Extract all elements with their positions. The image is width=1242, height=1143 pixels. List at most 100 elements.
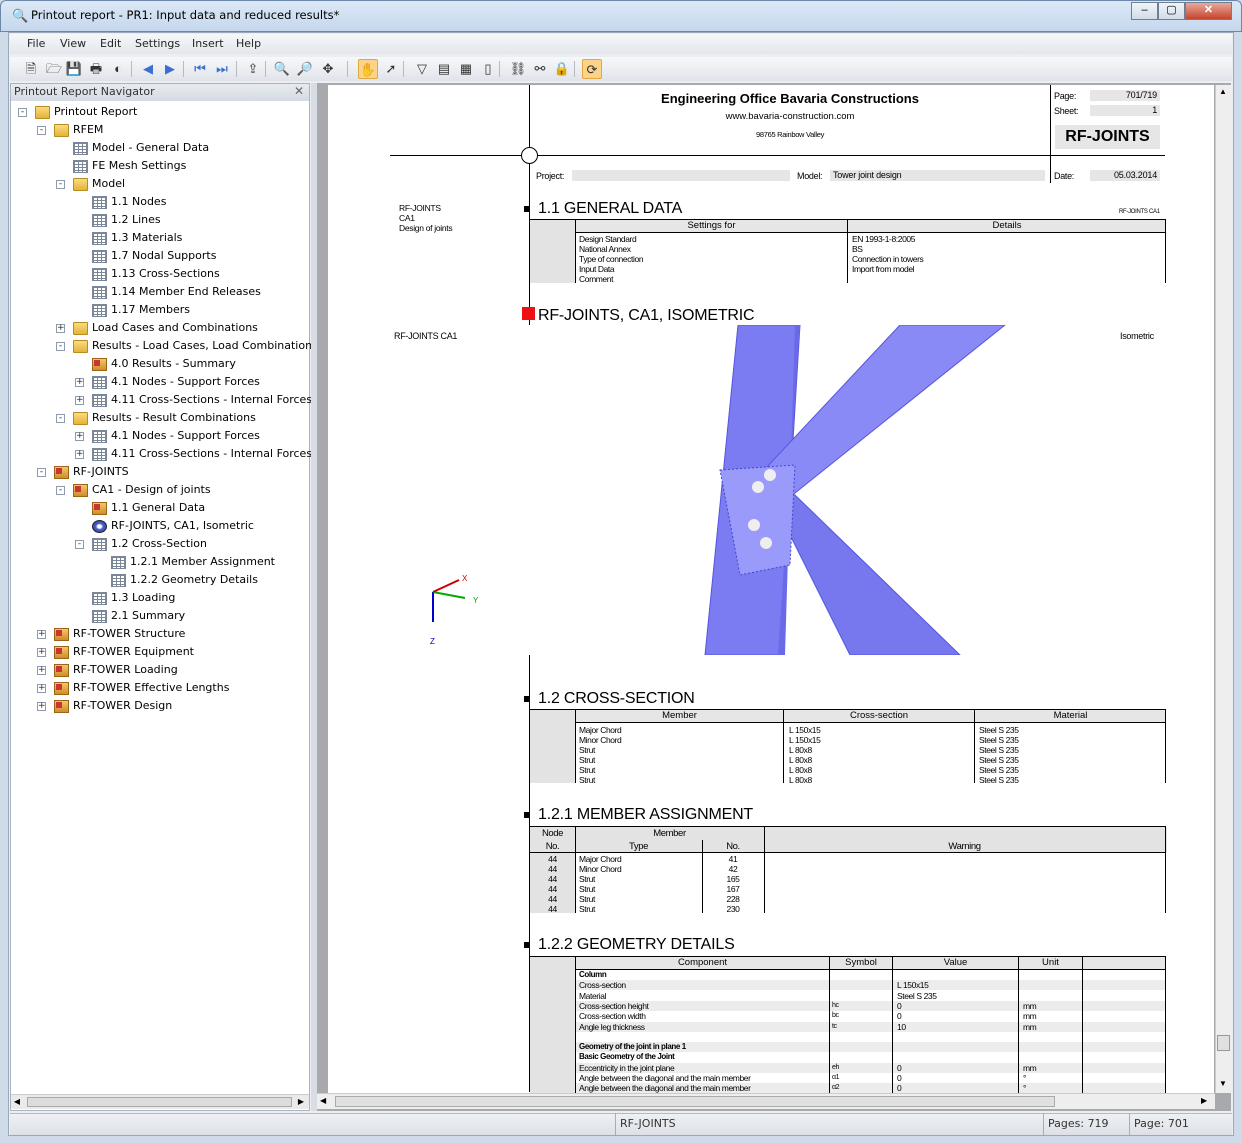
- tree-item[interactable]: 1.3 Loading: [0, 589, 308, 607]
- table-gutter: [530, 710, 575, 783]
- tree-item[interactable]: - Model: [0, 175, 308, 193]
- tree-item[interactable]: +4.1 Nodes - Support Forces: [0, 373, 308, 391]
- menu-edit[interactable]: Edit: [100, 37, 121, 50]
- toolbar-separator: [183, 61, 184, 77]
- collapse-icon[interactable]: -: [18, 108, 27, 117]
- tree-item[interactable]: 1.14 Member End Releases: [0, 283, 308, 301]
- navigator-close-icon[interactable]: ✕: [294, 84, 304, 98]
- collapse-icon[interactable]: -: [56, 342, 65, 351]
- page-header-icon[interactable]: ▤: [434, 59, 454, 79]
- refresh-icon[interactable]: ⟳: [582, 59, 602, 79]
- table-cell: Cross-section height: [579, 1000, 649, 1011]
- expand-icon[interactable]: +: [37, 648, 46, 657]
- new-report-icon[interactable]: 🗎: [21, 59, 41, 79]
- tree-item[interactable]: + RF-TOWER Loading: [0, 661, 308, 679]
- expand-icon[interactable]: +: [75, 432, 84, 441]
- tree-item[interactable]: 1.3 Materials: [0, 229, 308, 247]
- zoom-out-icon[interactable]: 🔎: [295, 59, 315, 79]
- tree-item[interactable]: + RF-TOWER Structure: [0, 625, 308, 643]
- collapse-icon[interactable]: -: [75, 540, 84, 549]
- joint-isometric-graphic[interactable]: [700, 325, 1010, 655]
- collapse-icon[interactable]: -: [37, 468, 46, 477]
- tree-item[interactable]: + RF-TOWER Effective Lengths: [0, 679, 308, 697]
- close-button[interactable]: ✕: [1185, 2, 1232, 20]
- unlink-icon[interactable]: ⚯: [530, 59, 550, 79]
- tree-item[interactable]: + RF-TOWER Design: [0, 697, 308, 715]
- tree-item[interactable]: - Results - Load Cases, Load Combinations: [0, 337, 318, 355]
- expand-icon[interactable]: +: [75, 378, 84, 387]
- menu-help[interactable]: Help: [236, 37, 261, 50]
- collapse-icon[interactable]: -: [56, 486, 65, 495]
- tree-item[interactable]: - CA1 - Design of joints: [0, 481, 308, 499]
- tree-item[interactable]: FE Mesh Settings: [0, 157, 308, 175]
- link-icon[interactable]: ⛓: [508, 59, 528, 79]
- tree-item[interactable]: 1.1 Nodes: [0, 193, 308, 211]
- tree-item[interactable]: 2.1 Summary: [0, 607, 308, 625]
- tree-item-label: RF-TOWER Design: [73, 699, 173, 712]
- expand-icon[interactable]: +: [37, 702, 46, 711]
- tree-item[interactable]: 1.7 Nodal Supports: [0, 247, 308, 265]
- menu-view[interactable]: View: [60, 37, 86, 50]
- maximize-button[interactable]: ▢: [1158, 2, 1185, 20]
- select-pointer-icon[interactable]: ➚: [381, 59, 401, 79]
- save-icon[interactable]: 💾: [64, 59, 84, 79]
- menu-file[interactable]: File: [27, 37, 45, 50]
- tree-item[interactable]: - Printout Report: [0, 103, 308, 121]
- next-page-icon[interactable]: ▶: [160, 59, 180, 79]
- tree-item[interactable]: - RFEM: [0, 121, 308, 139]
- expand-icon[interactable]: +: [37, 666, 46, 675]
- table-cell: National Annex: [579, 244, 631, 254]
- tree-item[interactable]: 1.13 Cross-Sections: [0, 265, 308, 283]
- tree-item[interactable]: +4.11 Cross-Sections - Internal Forces: [0, 391, 312, 409]
- blank-page-icon[interactable]: ▯: [478, 59, 498, 79]
- collapse-icon[interactable]: -: [56, 180, 65, 189]
- tree-item-label: 4.1 Nodes - Support Forces: [111, 375, 260, 388]
- tree-item[interactable]: + RF-TOWER Equipment: [0, 643, 308, 661]
- navigator-horizontal-scrollbar[interactable]: ◀ ▶: [11, 1094, 309, 1109]
- expand-icon[interactable]: +: [75, 396, 84, 405]
- tree-item[interactable]: 1.2 Lines: [0, 211, 308, 229]
- table-cell: L 80x8: [789, 765, 812, 775]
- collapse-icon[interactable]: -: [37, 126, 46, 135]
- lock-icon[interactable]: 🔒: [552, 59, 572, 79]
- first-page-icon[interactable]: ⏮: [190, 59, 210, 79]
- tree-item[interactable]: 4.0 Results - Summary: [0, 355, 308, 373]
- minimize-button[interactable]: –: [1131, 2, 1158, 20]
- color-icon[interactable]: ◐: [108, 59, 128, 79]
- tree-item[interactable]: +4.1 Nodes - Support Forces: [0, 427, 308, 445]
- tree-item[interactable]: Model - General Data: [0, 139, 308, 157]
- zoom-options-icon[interactable]: ✥: [318, 59, 338, 79]
- tree-item[interactable]: 1.1 General Data: [0, 499, 308, 517]
- zoom-in-icon[interactable]: 🔍: [272, 59, 292, 79]
- expand-icon[interactable]: +: [37, 630, 46, 639]
- tree-item[interactable]: 1.2.1 Member Assignment: [0, 553, 308, 571]
- collapse-icon[interactable]: -: [56, 414, 65, 423]
- tree-item[interactable]: - RF-JOINTS: [0, 463, 308, 481]
- pan-hand-icon[interactable]: ✋: [358, 59, 378, 79]
- last-page-icon[interactable]: ⏭: [212, 59, 232, 79]
- menu-settings[interactable]: Settings: [135, 37, 180, 50]
- tree-item[interactable]: RF-JOINTS, CA1, Isometric: [0, 517, 308, 535]
- menu-insert[interactable]: Insert: [192, 37, 224, 50]
- expand-icon[interactable]: +: [56, 324, 65, 333]
- toolbar-separator: [574, 61, 575, 77]
- export-icon[interactable]: ⇪: [243, 59, 263, 79]
- model-value: Tower joint design: [830, 170, 1045, 181]
- tree-item[interactable]: - 1.2 Cross-Section: [0, 535, 308, 553]
- tree-item[interactable]: 1.17 Members: [0, 301, 308, 319]
- expand-icon[interactable]: +: [75, 450, 84, 459]
- column-header: Details: [847, 220, 1166, 233]
- table-cell: mm: [1023, 1000, 1037, 1011]
- tree-item[interactable]: +4.11 Cross-Sections - Internal Forces: [0, 445, 312, 463]
- horizontal-scrollbar[interactable]: ◀ ▶: [317, 1093, 1215, 1109]
- page-layout-icon[interactable]: ▦: [456, 59, 476, 79]
- vertical-scrollbar[interactable]: ▲ ▼: [1215, 85, 1231, 1093]
- print-icon[interactable]: 🖶: [86, 59, 106, 79]
- open-icon[interactable]: 🗁: [44, 59, 64, 79]
- tree-item[interactable]: - Results - Result Combinations: [0, 409, 308, 427]
- previous-page-icon[interactable]: ◀: [138, 59, 158, 79]
- tree-item[interactable]: 1.2.2 Geometry Details: [0, 571, 308, 589]
- tree-item[interactable]: + Load Cases and Combinations: [0, 319, 308, 337]
- expand-icon[interactable]: +: [37, 684, 46, 693]
- filter-page-icon[interactable]: ▽: [412, 59, 432, 79]
